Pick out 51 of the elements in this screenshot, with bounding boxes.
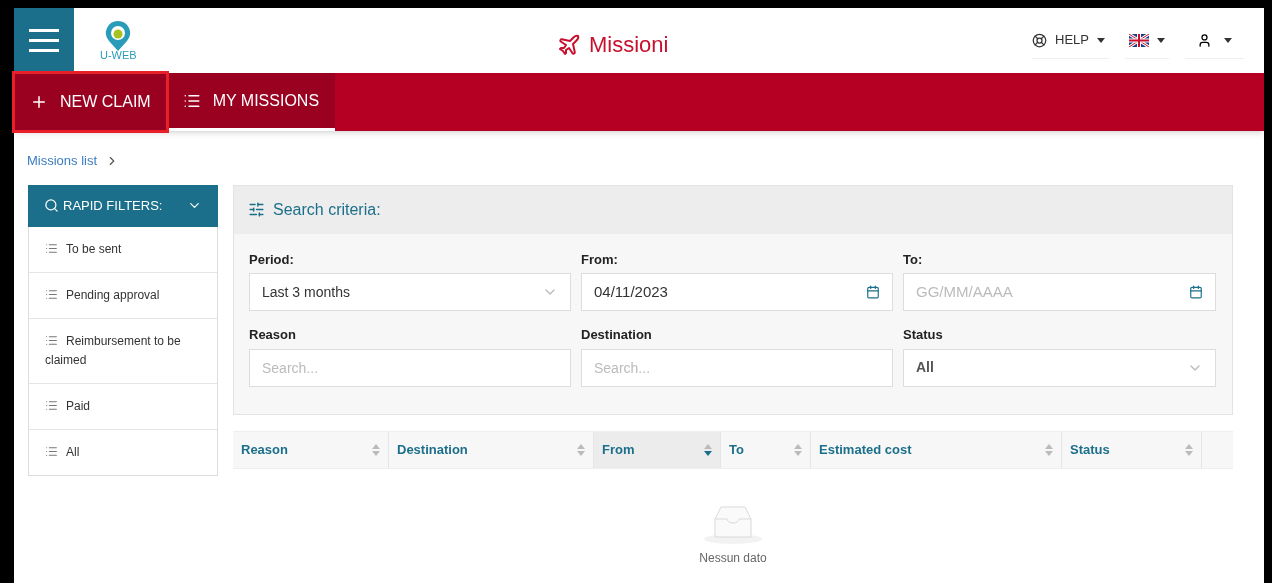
list-icon: [45, 398, 58, 412]
field-label: Status: [903, 326, 944, 344]
list-icon: [45, 287, 58, 301]
search-icon: [44, 198, 59, 213]
nav-tab[interactable]: NEW CLAIM: [14, 73, 167, 131]
field-label: Destination: [581, 326, 653, 344]
list-icon: [45, 241, 58, 255]
column-header[interactable]: Reason: [233, 431, 389, 468]
sort-icon[interactable]: [704, 443, 712, 456]
caret-icon: [1224, 37, 1232, 43]
list-icon: [45, 333, 58, 347]
field-label: To:: [903, 250, 924, 269]
column-header[interactable]: From: [594, 431, 721, 468]
search-field[interactable]: Search...: [249, 348, 571, 387]
breadcrumb-link[interactable]: Missions list: [27, 151, 98, 171]
field-label: Period:: [249, 250, 295, 269]
filter-item[interactable]: To be sent: [29, 226, 217, 272]
filters-title: RAPID FILTERS:: [63, 196, 163, 215]
logo: U-WEB: [100, 20, 137, 61]
menu-button[interactable]: [14, 8, 74, 73]
flag-icon: [1129, 33, 1149, 47]
filter-item[interactable]: All: [29, 428, 217, 475]
sliders-icon: [248, 201, 265, 218]
filter-item[interactable]: Pending approval: [29, 271, 217, 318]
column-header[interactable]: Estimated cost: [811, 431, 1062, 468]
field-label: From:: [581, 250, 619, 269]
calendar-icon: [866, 285, 880, 299]
caret-icon: [1097, 37, 1105, 43]
date-field[interactable]: 04/11/2023: [581, 273, 893, 311]
list-icon: [45, 444, 58, 458]
search-field[interactable]: Search...: [581, 348, 893, 387]
help-button[interactable]: HELP: [1032, 22, 1109, 59]
column-header[interactable]: Status: [1062, 431, 1202, 468]
caret-icon: [1157, 37, 1165, 43]
filters-header[interactable]: RAPID FILTERS:: [28, 184, 218, 227]
select-field[interactable]: All: [903, 348, 1216, 387]
plus-icon: [30, 93, 48, 111]
lifebuoy-icon: [1032, 32, 1048, 48]
empty-text: Nessun dato: [699, 549, 767, 567]
panel-title: Search criteria:: [273, 199, 381, 220]
plane-icon: [557, 32, 581, 57]
field-label: Reason: [249, 326, 297, 344]
empty-inbox-icon: [703, 504, 763, 545]
column-header[interactable]: To: [721, 431, 811, 468]
select-field[interactable]: Last 3 months: [249, 273, 571, 311]
filter-item[interactable]: Paid: [29, 382, 217, 429]
nav-tab[interactable]: MY MISSIONS: [166, 73, 336, 131]
user-icon: [1197, 32, 1212, 48]
page-title: Missioni: [589, 31, 669, 59]
calendar-icon: [1189, 285, 1203, 299]
filter-item[interactable]: Reimbursement to be claimed: [29, 317, 217, 383]
